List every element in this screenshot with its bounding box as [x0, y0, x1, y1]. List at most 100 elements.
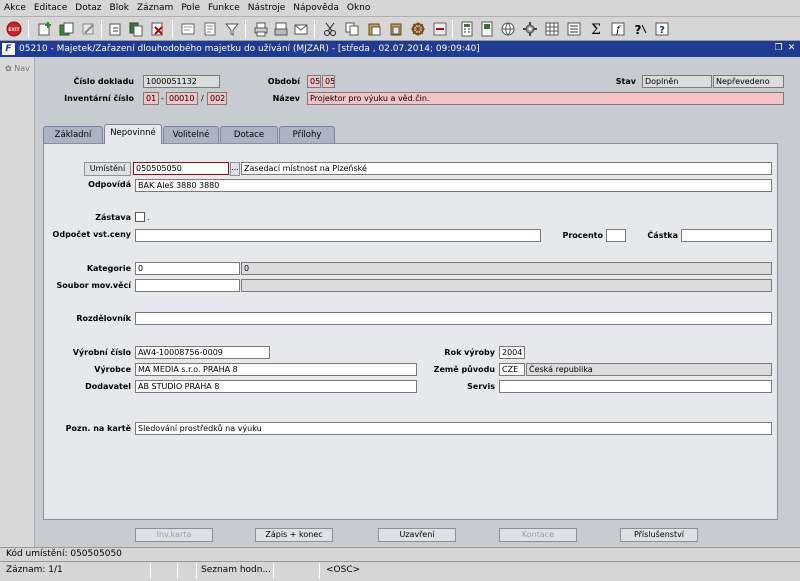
execute-query-icon[interactable] — [202, 21, 218, 37]
umisteni-description-field[interactable]: Zasedací místnost na Plzeňské — [241, 162, 772, 175]
svg-text:EXIT: EXIT — [8, 27, 20, 33]
duplicate-record-icon[interactable] — [59, 21, 75, 37]
umisteni-field[interactable]: 050505050 — [133, 162, 229, 175]
close-window-icon[interactable]: ✕ — [786, 43, 797, 54]
save-record-icon[interactable] — [108, 21, 124, 37]
menu-blok[interactable]: Blok — [106, 0, 133, 17]
kontace-button[interactable]: Kontace — [499, 528, 577, 542]
prislusenstvi-button[interactable]: Příslušenství — [620, 528, 698, 542]
zastava-dot: . — [147, 213, 150, 222]
inv-part1-field[interactable]: 01 — [143, 92, 159, 105]
menu-okno[interactable]: Okno — [343, 0, 375, 17]
nav-toggle[interactable]: ✿ Nav — [5, 64, 30, 73]
enter-query-icon[interactable] — [180, 21, 196, 37]
rok-vyroby-field[interactable]: 2004 — [499, 346, 525, 359]
navigator-wheel-icon[interactable] — [410, 21, 426, 37]
menu-dotaz[interactable]: Dotaz — [71, 0, 105, 17]
menu-editace[interactable]: Editace — [30, 0, 71, 17]
document-icon[interactable] — [479, 21, 495, 37]
stav-transfer-field: Nepřevedeno — [713, 75, 784, 88]
menu-napoveda[interactable]: Nápověda — [289, 0, 343, 17]
help-icon[interactable]: ? — [654, 21, 670, 37]
kategorie-description-field: 0 — [241, 262, 772, 275]
clear-record-icon[interactable] — [81, 21, 97, 37]
zeme-name-field: Česká republika — [526, 363, 772, 376]
toolbar-separator — [245, 20, 246, 38]
inv-karta-button[interactable]: Inv.karta — [135, 528, 213, 542]
menu-pole[interactable]: Pole — [177, 0, 204, 17]
zapis-konec-button[interactable]: Zápis + konec — [255, 528, 333, 542]
printer-setup-icon[interactable] — [273, 21, 289, 37]
toolbar: EXIT Σ f ? ? — [0, 17, 800, 41]
obdobi-month-field[interactable]: 05 — [307, 75, 321, 88]
nazev-field[interactable]: Projektor pro výuku a věd.čin. — [307, 92, 784, 105]
globe-icon[interactable] — [500, 21, 516, 37]
table-icon[interactable] — [544, 21, 560, 37]
tab-dotace[interactable]: Dotace — [220, 126, 278, 143]
filter-icon[interactable] — [224, 21, 240, 37]
zeme-code-field[interactable]: CZE — [499, 363, 525, 376]
insert-record-icon[interactable] — [37, 21, 53, 37]
inv-part2-field[interactable]: 00010 — [166, 92, 198, 105]
status-separator — [319, 563, 320, 579]
osc-indicator: <OSC> — [326, 565, 361, 575]
exit-icon[interactable]: EXIT — [6, 21, 22, 37]
inv-dash: - — [161, 94, 164, 103]
menu-akce[interactable]: Akce — [0, 0, 30, 17]
menu-funkce[interactable]: Funkce — [204, 0, 244, 17]
stav-status-field: Doplněn — [642, 75, 712, 88]
zastava-checkbox[interactable] — [135, 212, 145, 222]
copy-icon[interactable] — [344, 21, 360, 37]
servis-field[interactable] — [499, 380, 772, 393]
soubor-code-field[interactable] — [135, 279, 240, 292]
toolbar-separator — [452, 20, 453, 38]
tab-nepovinne[interactable]: Nepovinné — [104, 124, 162, 144]
umisteni-button[interactable]: Umístění — [84, 162, 131, 176]
castka-label: Částka — [647, 231, 678, 240]
record-counter: Záznam: 1/1 — [6, 565, 63, 575]
paste-special-icon[interactable] — [388, 21, 404, 37]
delete-record-icon[interactable] — [150, 21, 166, 37]
procento-label: Procento — [562, 231, 604, 240]
odpocet-field[interactable] — [135, 229, 541, 242]
procento-field[interactable] — [606, 229, 626, 242]
vyrobce-field[interactable]: MA MEDIA s.r.o. PRAHA 8 — [135, 363, 417, 376]
kategorie-code-field[interactable]: 0 — [135, 262, 240, 275]
app-logo-icon: F — [2, 43, 15, 55]
soubor-description-field — [241, 279, 772, 292]
list-icon[interactable] — [566, 21, 582, 37]
settings-gear-icon[interactable] — [522, 21, 538, 37]
castka-field[interactable] — [681, 229, 772, 242]
uzavreni-button[interactable]: Uzavření — [378, 528, 456, 542]
umisteni-lov-button[interactable]: ... — [230, 162, 240, 176]
inv-part3-field[interactable]: 002 — [207, 92, 227, 105]
nav-label: Nav — [14, 64, 30, 73]
tab-zakladni[interactable]: Základní — [43, 126, 103, 143]
menu-zaznam[interactable]: Záznam — [133, 0, 177, 17]
dodavatel-field[interactable]: AB STUDIO PRAHA 8 — [135, 380, 417, 393]
rozdelovnik-label: Rozdělovník — [76, 314, 131, 323]
obdobi-label: Období — [267, 77, 300, 86]
menu-nastroje[interactable]: Nástroje — [244, 0, 290, 17]
options-icon[interactable] — [432, 21, 448, 37]
odpovida-field[interactable]: BAK Aleš 3880 3880 — [135, 179, 772, 192]
copy-record-icon[interactable] — [128, 21, 144, 37]
cut-icon[interactable] — [322, 21, 338, 37]
rozdelovnik-field[interactable] — [135, 312, 772, 325]
tab-prilohy[interactable]: Přílohy — [279, 126, 335, 143]
navigator-wheel-icon: ✿ — [5, 64, 12, 73]
print-icon[interactable] — [253, 21, 269, 37]
poznamka-field[interactable]: Sledování prostředků na výuku — [135, 422, 772, 435]
restore-window-icon[interactable]: ❐ — [773, 43, 784, 54]
hint-line: Kód umístění: 050505050 — [0, 547, 800, 561]
calculator-icon[interactable] — [459, 21, 475, 37]
mail-icon[interactable] — [293, 21, 309, 37]
cislo-dokladu-field[interactable]: 1000051132 — [143, 75, 220, 88]
paste-icon[interactable] — [366, 21, 382, 37]
tab-volitelne[interactable]: Volitelné — [163, 126, 219, 143]
sum-icon[interactable]: Σ — [588, 21, 604, 37]
help-context-icon[interactable]: ? — [632, 21, 648, 37]
function-icon[interactable]: f — [610, 21, 626, 37]
vyrobni-cislo-field[interactable]: AW4-10008756-0009 — [135, 346, 270, 359]
obdobi-period-field[interactable]: 05 — [322, 75, 335, 88]
